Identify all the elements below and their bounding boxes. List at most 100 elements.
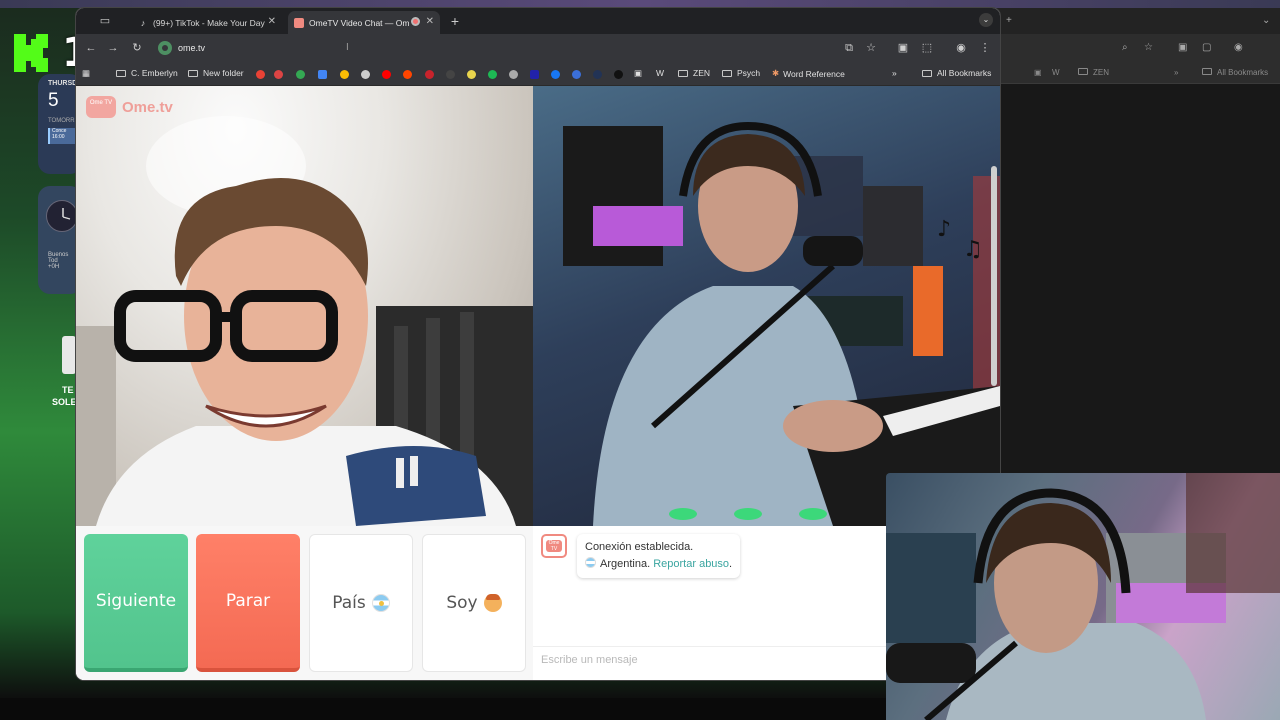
zoom-icon[interactable]: ⌕ [1122, 43, 1132, 53]
bookmark-icon-teal[interactable] [530, 70, 539, 79]
side-text-line1: TE [62, 385, 74, 395]
wikipedia-icon[interactable]: W [656, 68, 664, 78]
bg-bookmark-zen[interactable]: ZEN [1078, 68, 1109, 77]
screen: 15 THURSD 5 TOMORR Conce 16:00 Buenos To… [0, 0, 1280, 720]
reddit-icon[interactable] [403, 70, 412, 79]
bookmark-all[interactable]: All Bookmarks [922, 68, 991, 78]
own-video-image: ♪ ♫ [563, 121, 1000, 526]
stop-button[interactable]: Parar [196, 534, 300, 672]
tiktok-icon: ♪ [140, 17, 146, 28]
site-info-icon[interactable] [158, 41, 172, 55]
url-text: ome.tv [178, 43, 206, 53]
bookmark-icon-blue[interactable] [572, 70, 581, 79]
bookmark-zen[interactable]: ZEN [678, 68, 710, 78]
page-scrollbar[interactable] [991, 166, 997, 386]
country-button[interactable]: País [309, 534, 413, 672]
ometv-page: Ome TV Ome.tv ♪ ♫ Siguiente Parar País S… [76, 86, 1000, 680]
menu-bar [0, 0, 1280, 8]
bookmark-psych[interactable]: Psych [722, 68, 760, 78]
back-icon[interactable]: ← [84, 41, 98, 55]
close-icon[interactable]: ✕ [426, 16, 434, 27]
gmail-icon[interactable] [274, 70, 283, 79]
reload-icon[interactable]: ↻ [130, 41, 144, 55]
bookmark-new-folder[interactable]: New folder [188, 68, 244, 78]
youtube-icon[interactable] [382, 70, 391, 79]
recording-icon [411, 17, 420, 26]
bookmark-icon-navy[interactable] [593, 70, 602, 79]
tab-ometv-label: OmeTV Video Chat — Om [309, 17, 410, 28]
chevron-down-icon[interactable]: ⌄ [979, 13, 993, 27]
gender-button-label: Soy [446, 593, 478, 613]
star-icon[interactable]: ☆ [864, 41, 878, 55]
bookmark-icon-yellow[interactable] [467, 70, 476, 79]
toolbar: ← → ↻ ome.tv I ⧉ ☆ ▣ ⬚ ◉ ⋮ [76, 34, 1000, 62]
desktop-side-text: TE SOLE [50, 384, 77, 408]
bg-chevron-icon[interactable]: » [1174, 68, 1178, 77]
menu-icon[interactable]: ⋮ [978, 41, 992, 55]
bg-bookmark-wikipedia-icon[interactable]: W [1052, 68, 1060, 77]
partner-country-line: Argentina. Reportar abuso. [585, 556, 732, 573]
new-tab-icon[interactable]: + [1006, 16, 1016, 26]
calendar-icon[interactable] [318, 70, 327, 79]
profile-icon[interactable]: ◉ [954, 41, 968, 55]
bookmark-icon-dark[interactable] [446, 70, 455, 79]
text-cursor-icon: I [346, 42, 349, 53]
bookmark-icon-grey[interactable] [509, 70, 518, 79]
bookmark-emberlyn-label: C. Emberlyn [131, 68, 178, 78]
chatgpt-icon[interactable] [361, 70, 370, 79]
google-icon[interactable] [256, 70, 265, 79]
puzzle-icon[interactable]: ⬚ [920, 41, 934, 55]
bg-bookmark-all[interactable]: All Bookmarks [1202, 68, 1268, 77]
forward-icon[interactable]: → [106, 41, 120, 55]
gender-button[interactable]: Soy [422, 534, 526, 672]
tab-tiktok[interactable]: ♪ (99+) TikTok - Make Your Day ✕ [132, 11, 282, 34]
bookmark-emberlyn[interactable]: C. Emberlyn [116, 68, 178, 78]
bookmark-word-reference[interactable]: ✱ Word Reference [772, 68, 845, 79]
side-text-line2: SOLE [52, 397, 77, 407]
tab-search-icon[interactable]: ▭ [98, 14, 112, 28]
maps-icon[interactable] [340, 70, 349, 79]
bookmark-all-label: All Bookmarks [937, 68, 992, 78]
next-button[interactable]: Siguiente [84, 534, 188, 672]
puzzle-icon[interactable]: ▢ [1202, 43, 1212, 53]
background-browser-window[interactable]: + ⌄ ⌕ ☆ ▣ ▢ ◉ ▣ W ZEN » All Bookmarks [990, 8, 1280, 473]
extension-icon[interactable]: ▣ [1178, 43, 1188, 53]
system-message: Conexión establecida. Argentina. Reporta… [577, 534, 741, 578]
pinterest-icon[interactable] [425, 70, 434, 79]
facebook-icon[interactable] [551, 70, 560, 79]
bookmark-icon-black[interactable] [614, 70, 623, 79]
tab-strip: ▭ ♪ (99+) TikTok - Make Your Day ✕ OmeTV… [76, 8, 1000, 34]
profile-icon[interactable]: ◉ [1234, 43, 1244, 53]
bg-bookmark-all-label: All Bookmarks [1217, 68, 1269, 77]
ometv-logo-icon: Ome TV [86, 96, 116, 118]
stop-button-label: Parar [225, 591, 271, 611]
extension-icon[interactable]: ▣ [896, 41, 910, 55]
star-icon[interactable]: ☆ [1144, 43, 1154, 53]
install-icon[interactable]: ⧉ [842, 41, 856, 55]
tab-ometv[interactable]: OmeTV Video Chat — Om ✕ [288, 11, 440, 34]
clock-city: Buenos Tod +0H [48, 252, 68, 270]
bg-bookmark-notion-icon[interactable]: ▣ [1034, 68, 1042, 77]
connection-status: Conexión establecida. [585, 541, 694, 553]
apps-icon[interactable]: ▦ [82, 68, 90, 79]
chevron-down-icon[interactable]: ⌄ [1262, 16, 1272, 26]
notion-icon[interactable]: ▣ [634, 68, 642, 79]
address-bar[interactable]: ome.tv I [152, 37, 852, 59]
own-video: ♪ ♫ [533, 86, 1000, 526]
calendar-event: Conce 16:00 [48, 128, 78, 144]
tab-tiktok-label: (99+) TikTok - Make Your Day [153, 17, 265, 28]
drive-icon[interactable] [296, 70, 305, 79]
chevron-right-icon[interactable]: » [892, 68, 897, 78]
folder-icon [1078, 68, 1088, 75]
bookmark-word-reference-label: Word Reference [783, 68, 845, 79]
bookmarks-bar: ▦ C. Emberlyn New folder ▣ W ZEN Psych ✱… [76, 62, 1000, 86]
folder-icon [1202, 68, 1212, 75]
report-abuse-link[interactable]: Reportar abuso [653, 558, 729, 570]
ometv-logo[interactable]: Ome TV Ome.tv [86, 96, 173, 118]
calendar-tomorrow-label: TOMORR [48, 118, 75, 124]
streamer-webcam-image [886, 473, 1280, 720]
bookmark-icon-green[interactable] [488, 70, 497, 79]
new-tab-icon[interactable]: + [447, 13, 463, 29]
browser-window: ▭ ♪ (99+) TikTok - Make Your Day ✕ OmeTV… [76, 8, 1000, 680]
close-icon[interactable]: ✕ [268, 16, 276, 27]
